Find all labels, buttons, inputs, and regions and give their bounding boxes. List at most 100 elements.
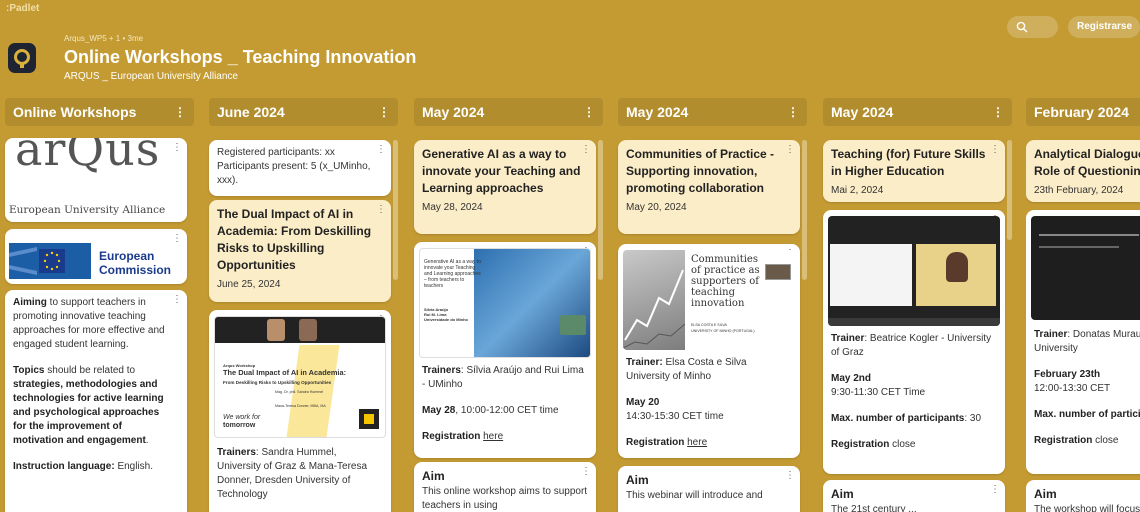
column-scrollbar[interactable] [393,140,398,280]
logo-icon [8,43,36,73]
more-icon[interactable]: ⋮ [174,98,186,126]
more-icon[interactable]: ⋮ [172,293,182,307]
more-icon[interactable]: ⋮ [378,98,390,126]
workshop-thumbnail[interactable]: Generative AI as a way to innovate your … [419,248,591,358]
more-icon[interactable]: ⋮ [376,203,386,217]
session-date: May 20 [626,397,660,408]
session-time: 14:30-15:30 CET time [626,411,724,422]
column-scrollbar[interactable] [598,140,603,280]
topics-text: Topics should be related to strategies, … [13,365,164,446]
more-icon[interactable]: ⋮ [581,465,591,479]
registration: Registration close [831,439,916,450]
column-may-2024-b: May 2024 ⋮ ⋮ Communities of Practice - Su… [618,98,807,512]
search-icon [1016,21,1028,33]
registration-link[interactable]: here [483,431,503,442]
more-icon[interactable]: ⋮ [785,469,795,483]
more-icon[interactable]: ⋮ [990,143,1000,157]
post-card[interactable]: ⋮ European Commission [5,229,187,284]
column-may-2024-a: May 2024 ⋮ ⋮ Generative AI as a way to in… [414,98,603,512]
aim-heading: Aim [1034,487,1057,501]
workshop-thumbnail[interactable]: Arqus Workshop The Dual Impact of AI in … [214,316,386,438]
column-header[interactable]: February 2024 [1026,98,1140,126]
ec-label-line2: Commission [99,263,172,277]
thumbnail-title: Generative AI as a way to innovate your … [424,259,481,289]
page-title: Online Workshops _ Teaching Innovation [64,47,417,67]
post-card[interactable]: ⋮ Teaching (for) Future Skills in Higher… [823,140,1005,202]
trainer-text: Trainer: Elsa Costa e Silva University o… [626,357,747,382]
post-card[interactable]: ⋮ Trainer: Beatrice Kogler - University … [823,210,1005,474]
post-card[interactable]: Trainer: Donatas Murauskas Vilnius Unive… [1026,210,1140,474]
board-meta: Arqus_WP5 + 1 • 3me [64,34,144,43]
post-card[interactable]: ⋮ Aiming to support teachers in promotin… [5,290,187,512]
more-icon[interactable]: ⋮ [172,232,182,246]
aim-text: This webinar will introduce and [626,490,763,501]
column-title: May 2024 [626,104,689,120]
university-logo [359,409,379,429]
post-card[interactable]: ⋮ Registered participants: xx Participan… [209,140,391,196]
language-text: Instruction language: English. [13,461,154,472]
post-date: 23th February, 2024 [1034,185,1124,196]
column-header[interactable]: Online Workshops ⋮ [5,98,194,126]
post-card[interactable]: ⋮ arQus European University Alliance [5,138,187,222]
post-title: The Dual Impact of AI in Academia: From … [217,207,372,272]
post-card[interactable]: ⋮ Aim The 21st century ... [823,480,1005,512]
column-header[interactable]: May 2024 ⋮ [823,98,1012,126]
registration: Registration here [422,431,504,442]
page-subtitle: ARQUS _ European University Alliance [64,71,238,82]
padlet-brand[interactable]: :Padlet [6,3,39,14]
search-button[interactable] [1007,16,1058,38]
post-card[interactable]: ⋮ Communities of Practice - Supporting i… [618,140,800,234]
aim-heading: Aim [831,487,854,501]
thumbnail-names: Mag. Dr. phil. Sandra Hummel Mana-Teresa… [275,390,326,408]
post-card[interactable]: ⋮ Aim This online workshop aims to suppo… [414,462,596,512]
aim-heading: Aim [626,473,649,487]
post-title: Teaching (for) Future Skills in Higher E… [831,147,986,178]
column-header[interactable]: May 2024 ⋮ [618,98,807,126]
more-icon[interactable]: ⋮ [376,143,386,157]
eu-flag-icon [9,243,91,279]
post-date: Mai 2, 2024 [831,185,884,196]
column-online-workshops: Online Workshops ⋮ ⋮ arQus European Unive… [5,98,194,512]
workshop-thumbnail[interactable] [828,216,1000,326]
post-date: May 20, 2024 [626,202,687,213]
registration: Registration close [1034,435,1119,446]
column-title: Online Workshops [13,104,137,120]
column-june-2024: June 2024 ⋮ ⋮ Registered participants: xx… [209,98,398,512]
session-time: May 28, 10:00-12:00 CET time [422,405,559,416]
post-title: Analytical Dialogue: The Role of Questio… [1034,147,1140,178]
post-title: Generative AI as a way to innovate your … [422,147,581,195]
more-icon[interactable]: ⋮ [583,98,595,126]
more-icon[interactable]: ⋮ [787,98,799,126]
post-card[interactable]: Aim The workshop will focus on [1026,480,1140,512]
post-card[interactable]: ⋮ Communities of practice as supporters … [618,244,800,458]
max-participants: Max. number of participants: 30 [831,413,982,424]
registration-link[interactable]: here [687,437,707,448]
more-icon[interactable]: ⋮ [172,141,182,155]
more-icon[interactable]: ⋮ [581,143,591,157]
column-scrollbar[interactable] [802,140,807,280]
arqus-logo: arQus [15,138,161,176]
more-icon[interactable]: ⋮ [990,483,1000,497]
post-card[interactable]: ⋮ Generative AI as a way to innovate you… [414,140,596,234]
column-header[interactable]: May 2024 ⋮ [414,98,603,126]
aim-text: This online workshop aims to support tea… [422,486,588,511]
thumbnail-title: Communities of practice as supporters of… [691,254,760,309]
post-card[interactable]: ⋮ The Dual Impact of AI in Academia: Fro… [209,200,391,302]
column-scrollbar[interactable] [1007,140,1012,240]
register-button[interactable]: Registrarse [1068,16,1140,38]
more-icon[interactable]: ⋮ [992,98,1004,126]
post-card[interactable]: ⋮ Generative AI as a way to innovate you… [414,242,596,458]
session-time: 9:30-11:30 CET Time [831,387,926,398]
column-header[interactable]: June 2024 ⋮ [209,98,398,126]
trainers-text: Trainers: Sílvia Araújo and Rui Lima - U… [422,365,584,390]
trainer-text: Trainer: Beatrice Kogler - University of… [831,333,992,358]
workshop-thumbnail[interactable]: Communities of practice as supporters of… [623,250,795,350]
post-card[interactable]: ⋮ Aim This webinar will introduce and [618,466,800,512]
aim-heading: Aim [422,469,445,483]
column-title: June 2024 [217,104,285,120]
more-icon[interactable]: ⋮ [785,143,795,157]
post-card[interactable]: Analytical Dialogue: The Role of Questio… [1026,140,1140,202]
session-date: February 23th [1034,369,1101,380]
post-card[interactable]: ⋮ Arqus Workshop The Dual Impact of AI i… [209,310,391,512]
workshop-thumbnail[interactable] [1031,216,1140,320]
